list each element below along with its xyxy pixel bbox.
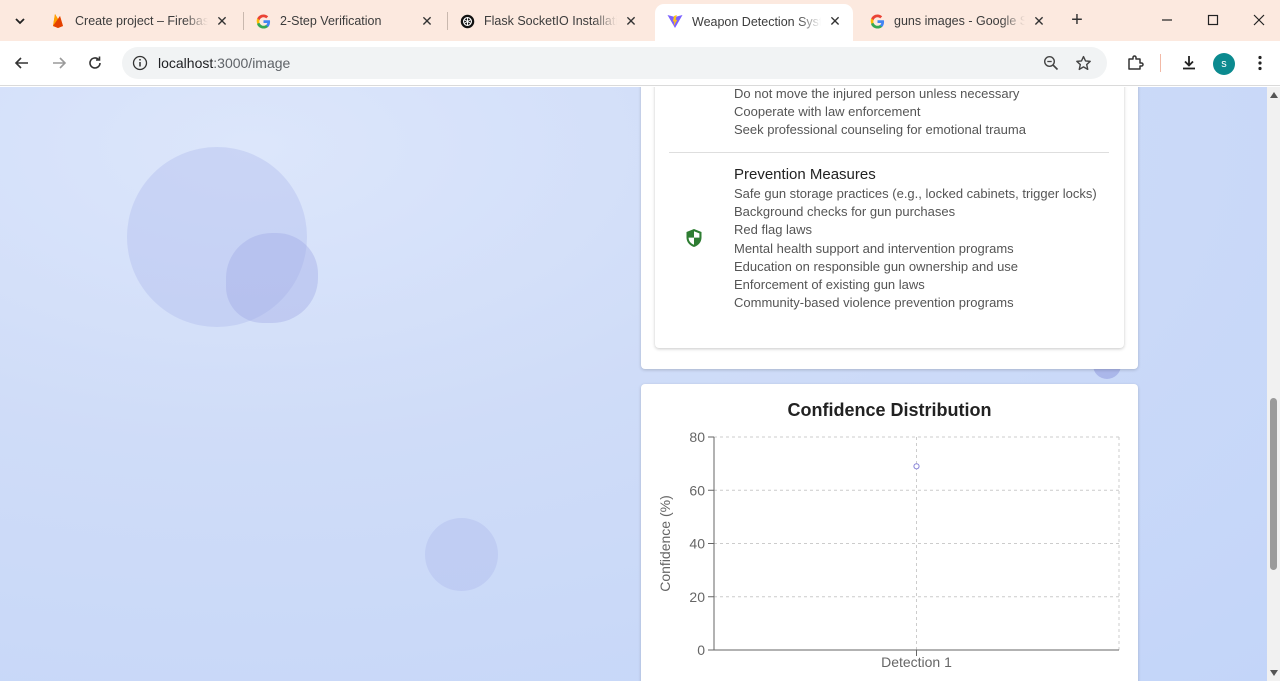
prevention-item: Community-based violence prevention prog… <box>734 295 1014 311</box>
profile-avatar[interactable]: s <box>1213 53 1235 75</box>
guidance-panel: Do not move the injured person unless ne… <box>655 87 1124 348</box>
bookmark-star-icon[interactable] <box>1073 53 1093 73</box>
extensions-button[interactable] <box>1122 50 1148 76</box>
tab-firebase[interactable]: Create project – Firebase ✕ <box>38 6 240 36</box>
minimize-button[interactable] <box>1144 6 1190 34</box>
google-icon <box>869 13 885 29</box>
maximize-icon <box>1207 14 1219 26</box>
tab-guns-images[interactable]: guns images - Google Search ✕ <box>857 6 1057 36</box>
after-incident-tips: Do not move the injured person unless ne… <box>734 87 1026 139</box>
downloads-button[interactable] <box>1176 50 1202 76</box>
forward-button[interactable] <box>45 49 73 77</box>
zoom-icon[interactable] <box>1041 53 1061 73</box>
y-tick-label: 40 <box>689 536 705 552</box>
shield-icon <box>686 229 702 247</box>
y-tick-label: 60 <box>689 482 705 498</box>
openai-icon <box>459 13 475 29</box>
maximize-button[interactable] <box>1190 6 1236 34</box>
menu-button[interactable] <box>1247 50 1273 76</box>
tab-strip: Create project – Firebase ✕ 2-Step Verif… <box>0 0 1280 41</box>
site-info-icon[interactable] <box>130 53 150 73</box>
address-bar[interactable]: localhost:3000/image <box>122 47 1107 79</box>
more-vert-icon <box>1258 55 1262 71</box>
prevention-item: Mental health support and intervention p… <box>734 240 1014 256</box>
prevention-item: Education on responsible gun ownership a… <box>734 258 1019 274</box>
tip-item: Cooperate with law enforcement <box>734 104 921 119</box>
tab-search-button[interactable] <box>8 9 32 33</box>
tab-title: guns images - Google Search <box>894 14 1025 28</box>
caret-up-icon <box>1269 92 1278 98</box>
prevention-item: Enforcement of existing gun laws <box>734 277 925 293</box>
reload-icon <box>89 56 101 69</box>
toolbar-divider <box>1160 54 1161 72</box>
firebase-icon <box>50 13 66 29</box>
puzzle-icon <box>1128 55 1144 70</box>
safety-info-card: Do not move the injured person unless ne… <box>641 87 1138 369</box>
reload-button[interactable] <box>81 49 109 77</box>
url-text[interactable]: localhost:3000/image <box>158 55 290 71</box>
download-icon <box>1183 56 1195 70</box>
tab-close-icon[interactable]: ✕ <box>214 13 230 29</box>
url-path: :3000/image <box>213 55 291 71</box>
prevention-item: Safe gun storage practices (e.g., locked… <box>734 186 1097 201</box>
url-host: localhost <box>158 55 214 71</box>
tab-close-icon[interactable]: ✕ <box>623 13 639 29</box>
prevention-title: Prevention Measures <box>734 166 876 183</box>
background-bubble <box>226 233 318 323</box>
tab-close-icon[interactable]: ✕ <box>827 13 843 30</box>
y-tick-label: 0 <box>697 642 705 658</box>
back-button[interactable] <box>8 49 36 77</box>
section-divider <box>669 152 1109 153</box>
tip-item: Seek professional counseling for emotion… <box>734 122 1026 137</box>
tab-title: Weapon Detection System <box>692 14 821 29</box>
tab-weapon-detection[interactable]: Weapon Detection System ✕ <box>655 4 853 41</box>
tab-2-step-verification[interactable]: 2-Step Verification ✕ <box>243 6 445 36</box>
confidence-chart: 0 20 40 60 80 Detection 1 Confidence (%) <box>657 429 1120 670</box>
browser-toolbar: localhost:3000/image s <box>0 41 1280 86</box>
tab-title: Flask SocketIO Installation <box>484 14 617 28</box>
close-window-button[interactable] <box>1236 6 1280 34</box>
data-point <box>913 463 920 470</box>
page-scrollbar[interactable] <box>1267 87 1280 681</box>
tab-close-icon[interactable]: ✕ <box>419 13 435 29</box>
background-bubble <box>425 518 498 591</box>
confidence-chart-card: Confidence Distribution 0 20 40 60 80 Detecti… <box>641 384 1138 681</box>
y-tick-label: 20 <box>689 589 705 605</box>
x-tick-label: Detection 1 <box>881 654 952 670</box>
caret-down-icon <box>1269 670 1278 676</box>
chevron-down-icon <box>15 18 25 25</box>
new-tab-button[interactable]: + <box>1066 9 1088 31</box>
tab-flask-socketio[interactable]: Flask SocketIO Installation ✕ <box>447 6 649 36</box>
google-icon <box>255 13 271 29</box>
vite-icon <box>667 14 683 30</box>
tip-item: Do not move the injured person unless ne… <box>734 87 1020 101</box>
close-icon <box>1253 14 1265 26</box>
prevention-item: Red flag laws <box>734 222 813 238</box>
scroll-down-button[interactable] <box>1267 666 1280 680</box>
scrollbar-thumb[interactable] <box>1270 398 1277 570</box>
arrow-left-icon <box>14 57 28 69</box>
y-axis-label: Confidence (%) <box>657 495 673 592</box>
prevention-list: Safe gun storage practices (e.g., locked… <box>734 185 1097 312</box>
tab-title: Create project – Firebase <box>75 14 208 28</box>
page-content: Do not move the injured person unless ne… <box>0 87 1267 681</box>
minimize-icon <box>1162 19 1172 21</box>
arrow-right-icon <box>53 57 67 69</box>
prevention-item: Background checks for gun purchases <box>734 204 956 220</box>
tab-title: 2-Step Verification <box>280 14 382 28</box>
tab-close-icon[interactable]: ✕ <box>1031 13 1047 29</box>
scroll-up-button[interactable] <box>1267 88 1280 102</box>
y-tick-label: 80 <box>689 429 705 445</box>
plus-icon: + <box>1071 8 1083 31</box>
